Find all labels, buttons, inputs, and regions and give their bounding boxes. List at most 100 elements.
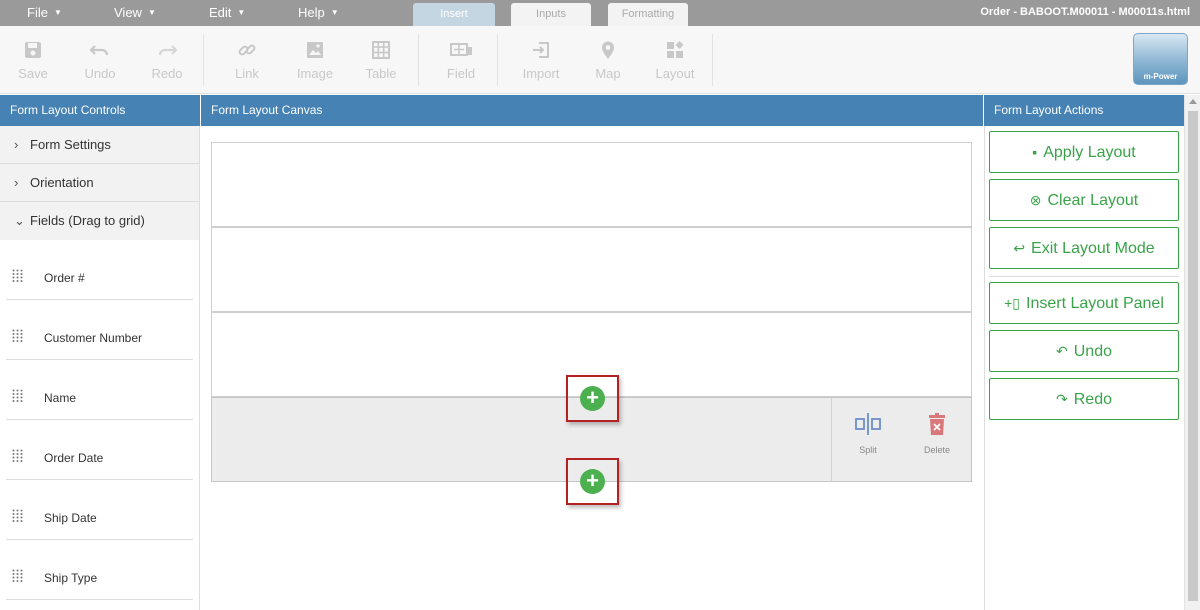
image-button[interactable]: Image <box>287 40 343 81</box>
chevron-down-icon: ▼ <box>330 8 339 17</box>
toolbar-divider <box>203 34 204 86</box>
accordion-orientation[interactable]: › Orientation <box>0 164 199 202</box>
menu-view-label: View <box>114 5 142 20</box>
tab-inputs[interactable]: Inputs <box>511 3 591 26</box>
field-label: Field <box>446 66 476 81</box>
redo-label: Redo <box>151 66 183 81</box>
accordion-label: Orientation <box>30 175 94 190</box>
save-icon <box>25 42 41 58</box>
drag-handle-icon <box>12 389 23 402</box>
menu-file-label: File <box>27 5 48 20</box>
redo-layout-button[interactable]: ↷ Redo <box>989 378 1179 420</box>
table-button[interactable]: Table <box>353 40 409 81</box>
menu-bar: File ▼ View ▼ Edit ▼ Help ▼ Insert Inputs Fo… <box>0 0 1200 26</box>
field-label: Ship Date <box>44 511 97 525</box>
menu-edit[interactable]: Edit ▼ <box>209 0 245 26</box>
add-row-above-highlight: + <box>566 375 619 422</box>
insert-layout-panel-label: Insert Layout Panel <box>1026 295 1164 312</box>
add-row-below-button[interactable]: + <box>580 469 605 494</box>
add-row-above-button[interactable]: + <box>580 386 605 411</box>
save-label: Save <box>18 66 48 81</box>
drag-handle-icon <box>12 509 23 522</box>
field-item-customer-number[interactable]: Customer Number <box>6 300 193 360</box>
redo-icon <box>158 45 178 56</box>
accordion-form-settings[interactable]: › Form Settings <box>0 126 199 164</box>
chevron-down-icon: ▼ <box>237 8 246 17</box>
field-label: Name <box>44 391 77 405</box>
field-label: Order # <box>44 271 85 285</box>
undo-layout-button[interactable]: ↶ Undo <box>989 330 1179 372</box>
import-icon <box>533 42 549 58</box>
insert-layout-panel-button[interactable]: +▯ Insert Layout Panel <box>989 282 1179 324</box>
save-button[interactable]: Save <box>5 40 61 81</box>
toolbar-divider <box>712 34 713 86</box>
undo-button[interactable]: Undo <box>72 40 128 81</box>
toolbar-divider <box>497 34 498 86</box>
image-label: Image <box>296 66 334 81</box>
logo-text: m-Power <box>1143 72 1178 81</box>
tab-formatting[interactable]: Formatting <box>608 3 688 26</box>
exit-layout-mode-button[interactable]: ↩ Exit Layout Mode <box>989 227 1179 269</box>
map-label: Map <box>595 66 621 81</box>
clear-layout-button[interactable]: ⊗ Clear Layout <box>989 179 1179 221</box>
field-item-ship-date[interactable]: Ship Date <box>6 480 193 540</box>
save-icon: ▪ <box>1032 144 1038 160</box>
field-icon <box>450 43 472 56</box>
chevron-down-icon: ▼ <box>53 8 62 17</box>
import-label: Import <box>522 66 560 81</box>
field-item-order-date[interactable]: Order Date <box>6 420 193 480</box>
image-icon <box>307 42 323 58</box>
scroll-thumb[interactable] <box>1188 111 1198 601</box>
actions-divider <box>989 276 1179 277</box>
redo-icon: ↷ <box>1056 391 1068 407</box>
exit-layout-mode-label: Exit Layout Mode <box>1031 240 1155 257</box>
field-item-name[interactable]: Name <box>6 360 193 420</box>
menu-edit-label: Edit <box>209 5 232 20</box>
undo-label: Undo <box>84 66 116 81</box>
table-icon <box>372 41 390 59</box>
field-item-ship-type[interactable]: Ship Type <box>6 540 193 600</box>
field-list: Order # Customer Number Name Order Date … <box>0 240 199 600</box>
apply-layout-label: Apply Layout <box>1043 144 1136 161</box>
layout-button[interactable]: Layout <box>647 40 703 81</box>
split-label: Split <box>859 445 877 455</box>
layout-icon <box>667 41 684 58</box>
actions-header: Form Layout Actions <box>984 95 1184 126</box>
tab-insert[interactable]: Insert <box>413 3 495 26</box>
chevron-down-icon: ⌄ <box>14 213 25 228</box>
field-button[interactable]: Field <box>433 40 489 81</box>
redo-button[interactable]: Redo <box>139 40 195 81</box>
accordion-label: Fields (Drag to grid) <box>30 213 145 228</box>
undo-layout-label: Undo <box>1073 343 1112 360</box>
delete-button[interactable]: Delete <box>912 412 962 455</box>
field-item-order-number[interactable]: Order # <box>6 240 193 300</box>
scroll-up-arrow-icon[interactable] <box>1189 99 1197 104</box>
split-button[interactable]: Split <box>843 412 893 455</box>
chevron-right-icon: › <box>14 175 19 190</box>
drag-handle-icon <box>12 569 23 582</box>
menu-help[interactable]: Help ▼ <box>298 0 339 26</box>
layout-row[interactable] <box>211 142 972 227</box>
trash-icon <box>929 413 945 435</box>
return-arrow-icon: ↩ <box>1013 240 1026 256</box>
controls-header: Form Layout Controls <box>0 95 200 126</box>
toolbar-divider <box>418 34 419 86</box>
apply-layout-button[interactable]: ▪ Apply Layout <box>989 131 1179 173</box>
map-button[interactable]: Map <box>580 40 636 81</box>
redo-layout-label: Redo <box>1073 391 1112 408</box>
canvas-header: Form Layout Canvas <box>201 95 983 126</box>
link-button[interactable]: Link <box>219 40 275 81</box>
add-row-below-highlight: + <box>566 458 619 505</box>
layout-row[interactable] <box>211 227 972 312</box>
toolbar: Save Undo Redo Link Image Table Field Im… <box>0 26 1200 94</box>
chevron-right-icon: › <box>14 137 19 152</box>
document-title: Order - BABOOT.M00011 - M00011s.html <box>980 6 1190 18</box>
link-icon <box>238 44 256 56</box>
menu-file[interactable]: File ▼ <box>27 0 62 26</box>
menu-view[interactable]: View ▼ <box>114 0 156 26</box>
actions-panel: ▪ Apply Layout ⊗ Clear Layout ↩ Exit Layout… <box>984 126 1184 610</box>
accordion-fields[interactable]: ⌄ Fields (Drag to grid) <box>0 202 199 240</box>
row-actions: Split Delete <box>831 398 972 482</box>
scrollbar[interactable] <box>1184 95 1200 610</box>
import-button[interactable]: Import <box>513 40 569 81</box>
